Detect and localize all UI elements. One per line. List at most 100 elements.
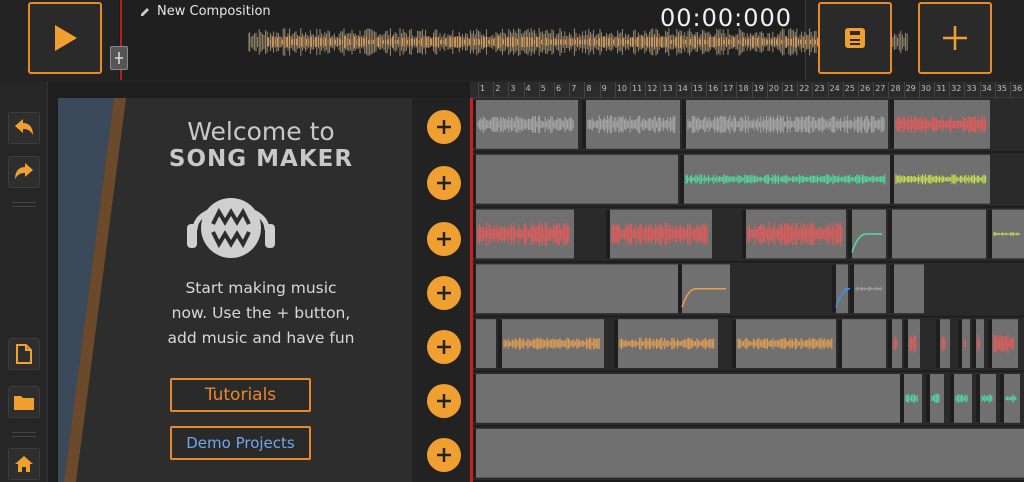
welcome-line1: Welcome to bbox=[187, 117, 335, 146]
ruler-line bbox=[508, 82, 510, 98]
timeline-ruler[interactable]: 1 2 3 4 5 6 7 8 9 10 11 12 13 14 15 16 17 18 19 20 21 22 23 24 2… bbox=[470, 82, 1024, 98]
scrub-handle[interactable] bbox=[110, 46, 128, 70]
ruler-line bbox=[797, 82, 799, 98]
ruler-line bbox=[569, 82, 571, 98]
clip-handle bbox=[614, 319, 618, 368]
ruler-tick: 25 bbox=[844, 84, 855, 93]
clip-handle bbox=[950, 374, 954, 423]
clip-handle bbox=[742, 209, 746, 259]
clip-handle bbox=[498, 319, 502, 368]
add-track-button[interactable] bbox=[427, 384, 461, 418]
tutorials-button[interactable]: Tutorials bbox=[170, 378, 311, 412]
ruler-tick: 33 bbox=[966, 84, 977, 93]
save-icon bbox=[845, 28, 865, 48]
ruler-tick: 8 bbox=[586, 84, 592, 93]
new-file-button[interactable] bbox=[8, 338, 40, 370]
audio-clip bbox=[890, 264, 924, 314]
plus-icon bbox=[437, 286, 451, 300]
ruler-tick: 34 bbox=[981, 84, 992, 93]
clip-handle bbox=[888, 209, 892, 259]
ruler-line bbox=[478, 82, 479, 98]
add-track-button[interactable] bbox=[427, 110, 461, 144]
ruler-tick: 36 bbox=[1012, 84, 1023, 93]
ruler-tick: 14 bbox=[677, 84, 688, 93]
ruler-line bbox=[736, 82, 738, 98]
ruler-tick: 26 bbox=[860, 84, 871, 93]
ruler-tick: 11 bbox=[632, 84, 643, 93]
welcome-body-line: add music and have fun bbox=[167, 329, 355, 347]
add-track-button[interactable] bbox=[427, 438, 461, 472]
toolbar-divider bbox=[12, 432, 36, 433]
ruler-line bbox=[766, 82, 768, 98]
demo-projects-button[interactable]: Demo Projects bbox=[170, 426, 311, 460]
undo-button[interactable] bbox=[8, 112, 40, 144]
welcome-body-line: Start making music bbox=[185, 279, 337, 297]
ruler-tick: 10 bbox=[616, 84, 627, 93]
composition-title[interactable]: New Composition bbox=[140, 4, 271, 19]
ruler-tick: 2 bbox=[495, 84, 501, 93]
ruler-line bbox=[584, 82, 586, 98]
ruler-line bbox=[554, 82, 555, 98]
clip-handle bbox=[972, 319, 976, 368]
ruler-line bbox=[599, 82, 601, 98]
add-track-button[interactable] bbox=[427, 276, 461, 310]
ruler-line bbox=[523, 82, 525, 98]
ruler-tick: 9 bbox=[601, 84, 607, 93]
audio-clip bbox=[472, 374, 900, 423]
audio-clip bbox=[988, 209, 1024, 259]
ruler-line bbox=[690, 82, 692, 98]
ruler-tick: 24 bbox=[829, 84, 840, 93]
ruler-tick: 6 bbox=[556, 84, 562, 93]
add-button[interactable] bbox=[918, 2, 992, 74]
ruler-tick: 21 bbox=[784, 84, 795, 93]
clip-handle bbox=[850, 264, 854, 314]
welcome-body-text: Start making music now. Use the + button… bbox=[126, 276, 396, 351]
save-button[interactable] bbox=[818, 2, 892, 74]
clip-handle bbox=[926, 374, 930, 423]
clip-handle bbox=[900, 374, 904, 423]
ruler-line bbox=[812, 82, 814, 98]
ruler-line bbox=[614, 82, 616, 98]
new-file-icon bbox=[16, 344, 32, 364]
audio-clip bbox=[888, 209, 986, 259]
ruler-line bbox=[903, 82, 905, 98]
toolbar-divider bbox=[12, 206, 36, 207]
timeline-playhead[interactable] bbox=[470, 98, 473, 482]
ruler-tick: 4 bbox=[525, 84, 531, 93]
plus-icon bbox=[437, 340, 451, 354]
ruler-tick: 16 bbox=[708, 84, 719, 93]
ruler-line bbox=[918, 82, 920, 98]
ruler-line bbox=[949, 82, 951, 98]
plus-icon bbox=[437, 120, 451, 134]
audio-clip bbox=[838, 319, 886, 368]
undo-icon bbox=[15, 119, 33, 135]
ruler-tick: 31 bbox=[936, 84, 947, 93]
ruler-line bbox=[1010, 82, 1011, 98]
ruler-tick: 23 bbox=[814, 84, 825, 93]
open-folder-button[interactable] bbox=[8, 386, 40, 418]
ruler-line bbox=[630, 82, 631, 98]
ruler-line bbox=[721, 82, 723, 98]
tracks-area[interactable] bbox=[470, 98, 1024, 482]
home-button[interactable] bbox=[8, 448, 40, 480]
timeline[interactable]: 1 2 3 4 5 6 7 8 9 10 11 12 13 14 15 16 17 18 19 20 21 22 23 24 2… bbox=[470, 82, 1024, 482]
ruler-line bbox=[979, 82, 981, 98]
ruler-tick: 27 bbox=[875, 84, 886, 93]
song-maker-logo bbox=[187, 198, 275, 258]
plus-icon bbox=[437, 176, 451, 190]
redo-icon bbox=[15, 163, 33, 179]
ruler-line bbox=[964, 82, 966, 98]
add-track-button[interactable] bbox=[427, 166, 461, 200]
ruler-line bbox=[994, 82, 996, 98]
welcome-body-line: now. Use the + button, bbox=[171, 304, 351, 322]
plus-icon bbox=[437, 232, 451, 246]
ruler-tick: 7 bbox=[571, 84, 577, 93]
ruler-tick: 17 bbox=[723, 84, 734, 93]
add-track-button[interactable] bbox=[427, 330, 461, 364]
ruler-line bbox=[934, 82, 935, 98]
add-track-button[interactable] bbox=[427, 222, 461, 256]
clip-handle bbox=[682, 100, 686, 149]
play-button[interactable] bbox=[28, 2, 102, 74]
audio-clip bbox=[472, 264, 678, 314]
redo-button[interactable] bbox=[8, 156, 40, 188]
